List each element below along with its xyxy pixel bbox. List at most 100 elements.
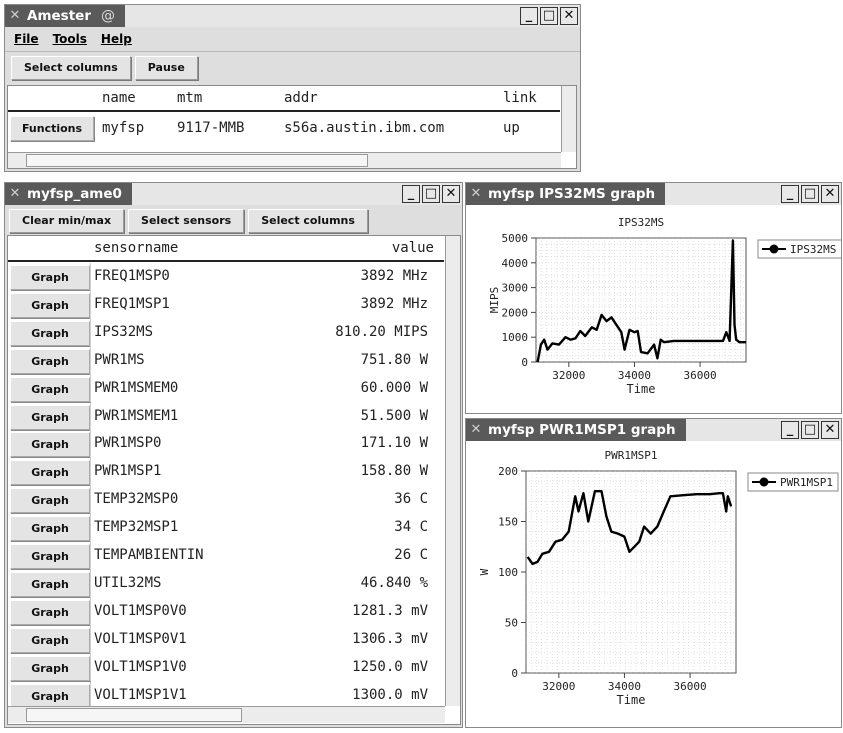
graph-button[interactable]: Graph [10, 544, 90, 569]
minimize-button[interactable]: _ [781, 421, 799, 439]
swirl-icon: @ [100, 8, 115, 24]
table-row[interactable]: Graph VOLT1MSP0V0 1281.3 mV [8, 597, 444, 626]
window-title: myfsp IPS32MS graph [488, 186, 656, 202]
close-button[interactable]: ✕ [821, 185, 839, 203]
maximize-button[interactable]: □ [801, 185, 819, 203]
scroll-thumb[interactable] [26, 154, 368, 167]
sensor-value: 1306.3 mV [352, 630, 428, 647]
window-title: Amester [27, 8, 91, 24]
vertical-scrollbar[interactable] [561, 86, 576, 152]
col-header-mtm[interactable]: mtm [177, 90, 202, 106]
close-button[interactable]: ✕ [821, 421, 839, 439]
x-tick-label: 34000 [608, 680, 641, 693]
y-tick-label: 0 [511, 667, 518, 680]
table-row[interactable]: Graph PWR1MS 751.80 W [8, 346, 444, 375]
graph-button[interactable]: Graph [10, 432, 90, 458]
close-button[interactable]: ✕ [560, 7, 578, 25]
pause-button[interactable]: Pause [134, 56, 198, 80]
ips-chart: IPS32MS 0 1000 2000 3000 4000 5000 32000 34000 36… [488, 216, 841, 396]
sensor-name: FREQ1MSP0 [94, 268, 170, 284]
amester-titlebar[interactable]: ✕ Amester @ _ □ ✕ [5, 5, 580, 27]
menu-help[interactable]: Help [101, 32, 132, 46]
scroll-thumb[interactable] [26, 708, 242, 722]
sensor-name: PWR1MSMEM0 [94, 379, 179, 396]
graph-button[interactable]: Graph [10, 320, 90, 346]
graph-button[interactable]: Graph [10, 627, 90, 653]
sensor-value: 1281.3 mV [352, 602, 428, 619]
sensor-name: TEMP32MSP0 [94, 491, 179, 508]
y-tick-label: 3000 [502, 282, 529, 295]
x-icon: ✕ [9, 8, 21, 23]
ips-graph-titlebar[interactable]: ✕ myfsp IPS32MS graph _ □ ✕ [466, 183, 841, 205]
minimize-button[interactable]: _ [520, 7, 538, 25]
col-header-name[interactable]: name [102, 90, 136, 106]
sensor-value: 26 C [394, 547, 428, 563]
ips-graph-window: ✕ myfsp IPS32MS graph _ □ ✕ IPS32MS 0 1000… [465, 182, 842, 414]
table-row[interactable]: Graph UTIL32MS 46.840 % [8, 569, 444, 598]
pwr-graph-titlebar[interactable]: ✕ myfsp PWR1MSP1 graph _ □ ✕ [466, 419, 841, 441]
table-row[interactable]: Functions myfsp 9117-MMB s56a.austin.ibm… [8, 114, 560, 142]
horizontal-scrollbar[interactable] [8, 706, 445, 723]
graph-button[interactable]: Graph [10, 460, 90, 486]
graph-button[interactable]: Graph [10, 571, 90, 597]
cell-addr: s56a.austin.ibm.com [284, 120, 445, 136]
close-button[interactable]: ✕ [442, 185, 460, 203]
graph-button[interactable]: Graph [10, 599, 90, 625]
col-header-value[interactable]: value [392, 240, 434, 256]
graph-button[interactable]: Graph [10, 683, 90, 709]
sensor-value: 751.80 W [360, 351, 428, 368]
maximize-button[interactable]: □ [422, 185, 440, 203]
x-tick-label: 32000 [542, 680, 575, 693]
sensor-name: PWR1MSP0 [94, 435, 162, 452]
maximize-button[interactable]: □ [540, 7, 558, 25]
maximize-button[interactable]: □ [801, 421, 819, 439]
sensors-titlebar[interactable]: ✕ myfsp_ame0 _ □ ✕ [5, 183, 462, 205]
functions-button[interactable]: Functions [10, 116, 94, 141]
sensor-value: 46.840 % [360, 574, 428, 591]
graph-button[interactable]: Graph [10, 348, 90, 374]
graph-button[interactable]: Graph [10, 292, 90, 318]
graph-button[interactable]: Graph [10, 488, 90, 514]
graph-button[interactable]: Graph [10, 265, 90, 290]
table-row[interactable]: Graph TEMP32MSP0 36 C [8, 486, 444, 515]
table-row[interactable]: Graph FREQ1MSP1 3892 MHz [8, 290, 444, 319]
y-axis-label: W [478, 568, 491, 575]
graph-button[interactable]: Graph [10, 655, 90, 681]
table-row[interactable]: Graph PWR1MSMEM0 60.000 W [8, 374, 444, 403]
chart-title: PWR1MSP1 [605, 449, 658, 462]
clear-min-max-button[interactable]: Clear min/max [9, 209, 125, 233]
horizontal-scrollbar[interactable] [8, 152, 561, 168]
select-columns-button[interactable]: Select columns [11, 56, 131, 80]
table-row[interactable]: Graph VOLT1MSP1V0 1250.0 mV [8, 653, 444, 682]
table-row[interactable]: Graph TEMPAMBIENTIN 26 C [8, 542, 444, 570]
select-columns-button[interactable]: Select columns [248, 209, 368, 233]
menu-file[interactable]: File [14, 32, 39, 46]
table-row[interactable]: Graph VOLT1MSP0V1 1306.3 mV [8, 625, 444, 654]
col-header-addr[interactable]: addr [284, 90, 318, 106]
sensor-name: TEMP32MSP1 [94, 519, 179, 536]
col-header-link[interactable]: link [503, 90, 537, 106]
sensor-name: PWR1MSP1 [94, 463, 162, 480]
select-sensors-button[interactable]: Select sensors [128, 209, 245, 233]
table-row[interactable]: Graph PWR1MSP0 171.10 W [8, 430, 444, 459]
chart-title: IPS32MS [618, 216, 664, 229]
amester-toolbar: Select columns Pause [5, 52, 580, 84]
minimize-button[interactable]: _ [402, 185, 420, 203]
menu-tools[interactable]: Tools [53, 32, 87, 46]
x-axis-label: Time [617, 693, 646, 707]
graph-button[interactable]: Graph [10, 404, 90, 430]
col-header-sensorname[interactable]: sensorname [94, 240, 178, 256]
table-row[interactable]: Graph IPS32MS 810.20 MIPS [8, 318, 444, 347]
table-row[interactable]: Graph PWR1MSMEM1 51.500 W [8, 402, 444, 431]
y-tick-label: 100 [498, 566, 518, 579]
sensor-value: 171.10 W [360, 435, 428, 452]
minimize-button[interactable]: _ [781, 185, 799, 203]
sensors-window: ✕ myfsp_ame0 _ □ ✕ Clear min/max Select … [4, 182, 463, 728]
window-title: myfsp_ame0 [27, 186, 122, 202]
vertical-scrollbar[interactable] [445, 236, 460, 706]
table-row[interactable]: Graph FREQ1MSP0 3892 MHz [8, 263, 444, 291]
graph-button[interactable]: Graph [10, 516, 90, 542]
table-row[interactable]: Graph TEMP32MSP1 34 C [8, 514, 444, 542]
graph-button[interactable]: Graph [10, 376, 90, 402]
table-row[interactable]: Graph PWR1MSP1 158.80 W [8, 458, 444, 487]
